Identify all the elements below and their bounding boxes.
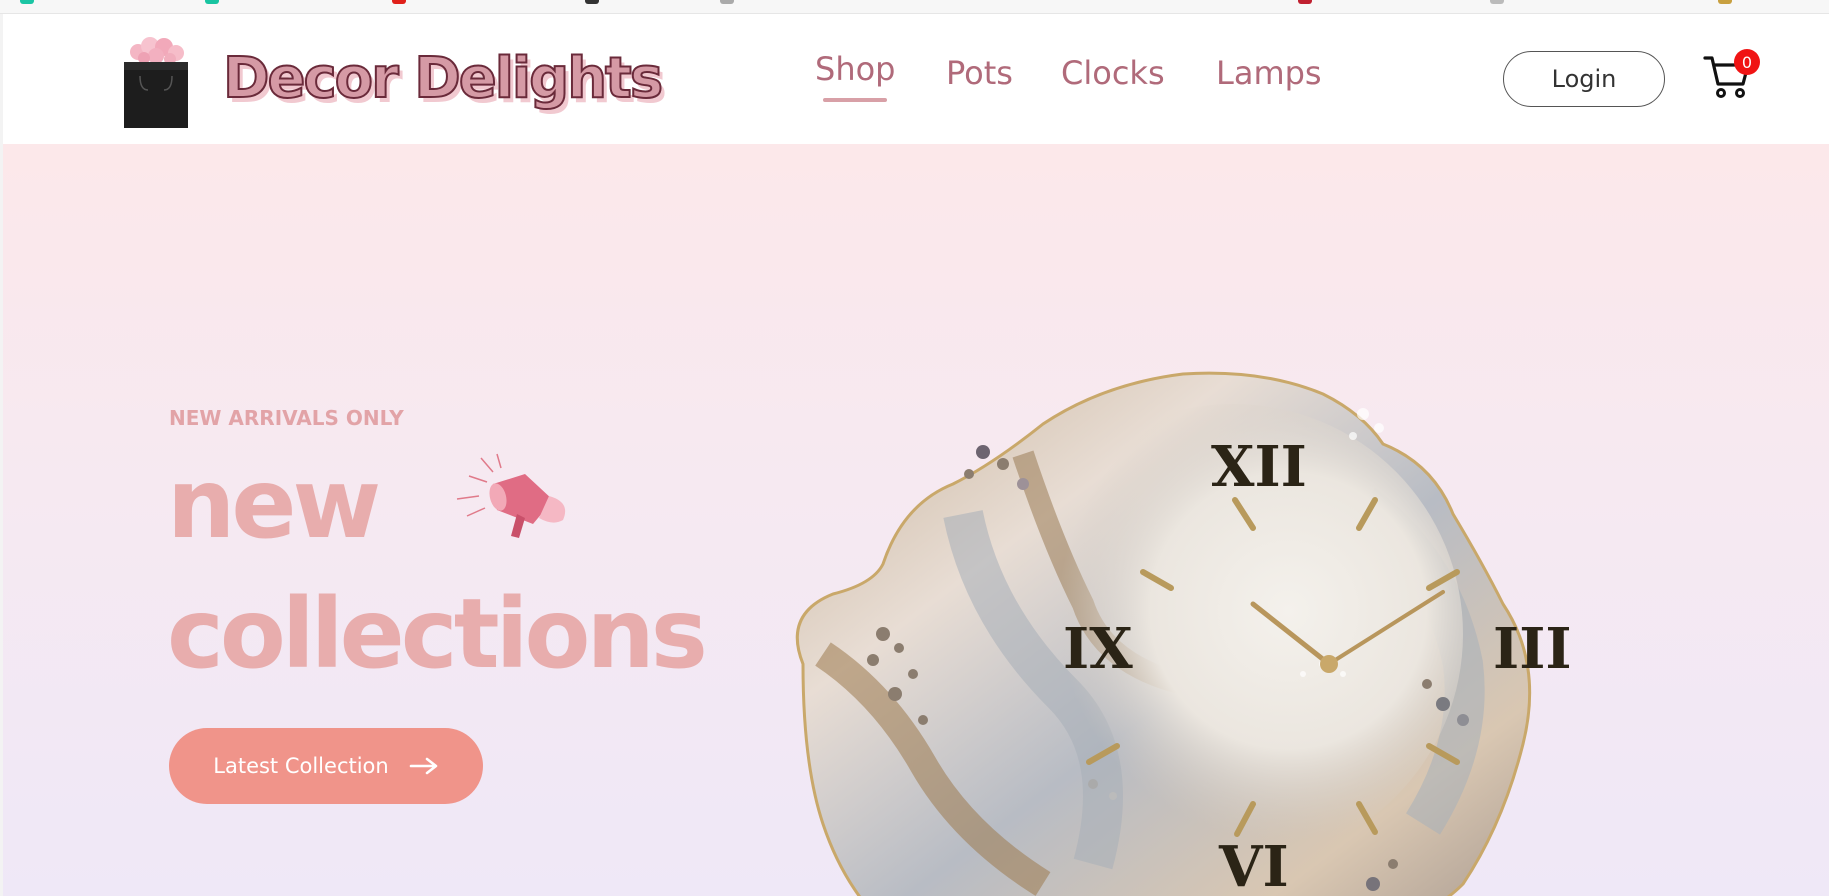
bookmark-icon[interactable]: [1298, 0, 1312, 4]
bookmark-icon[interactable]: [1490, 0, 1504, 4]
nav-pots[interactable]: Pots: [946, 54, 1013, 92]
browser-bookmark-strip: [0, 0, 1829, 14]
site-header: Decor Delights Shop Pots Clocks Lamps Lo…: [3, 14, 1829, 144]
nav-pots-label: Pots: [946, 54, 1013, 92]
bookmark-icon[interactable]: [392, 0, 406, 4]
bookmark-icon[interactable]: [20, 0, 34, 4]
shopping-bag-with-roses-icon[interactable]: [120, 36, 192, 130]
numeral-iii: III: [1493, 616, 1572, 682]
nav-clocks-label: Clocks: [1061, 54, 1165, 92]
bookmark-icon[interactable]: [585, 0, 599, 4]
hero-eyebrow: NEW ARRIVALS ONLY: [169, 406, 404, 430]
latest-collection-button[interactable]: Latest Collection: [169, 728, 483, 804]
bookmark-icon[interactable]: [205, 0, 219, 4]
cta-label: Latest Collection: [213, 754, 389, 778]
hero-headline-line1: new: [167, 448, 381, 560]
bookmark-icon[interactable]: [1718, 0, 1732, 4]
active-underline: [823, 98, 888, 102]
hero-headline-line2: collections: [167, 578, 708, 690]
nav-lamps-label: Lamps: [1216, 54, 1322, 92]
nav-lamps[interactable]: Lamps: [1216, 54, 1322, 92]
nav-shop-label: Shop: [815, 50, 896, 88]
hero-section: NEW ARRIVALS ONLY new collections Latest…: [3, 144, 1829, 896]
numeral-ix: IX: [1063, 616, 1133, 682]
numeral-xii: XII: [1211, 434, 1307, 500]
nav-clocks[interactable]: Clocks: [1061, 54, 1165, 92]
megaphone-icon: [456, 453, 566, 538]
numeral-vi: VI: [1218, 834, 1289, 896]
resin-wall-clock-image[interactable]: XII III VI IX: [763, 364, 1663, 896]
web-page: Decor Delights Shop Pots Clocks Lamps Lo…: [3, 14, 1829, 896]
login-button[interactable]: Login: [1503, 51, 1665, 107]
arrow-right-icon: [409, 757, 438, 775]
brand-name[interactable]: Decor Delights: [222, 45, 664, 112]
cart-count-badge: 0: [1734, 49, 1760, 75]
nav-shop[interactable]: Shop: [815, 50, 896, 102]
bookmark-icon[interactable]: [720, 0, 734, 4]
